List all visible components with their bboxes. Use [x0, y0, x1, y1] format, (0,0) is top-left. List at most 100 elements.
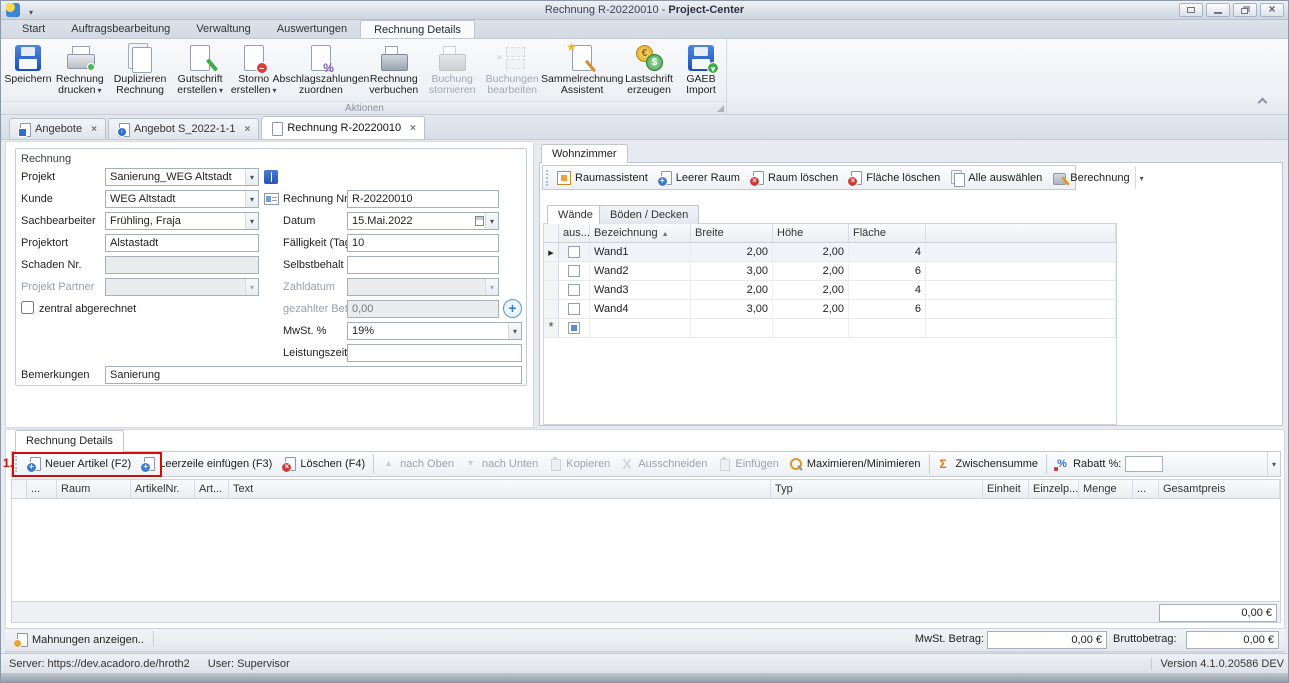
doc-tab-rechnung-r-20220010[interactable]: Rechnung R-20220010	[261, 116, 425, 139]
leerzeile-einfuegen-button[interactable]: Leerzeile einfügen (F3)	[136, 455, 277, 473]
toolbar-grip[interactable]	[546, 170, 548, 186]
sachbearbeiter-combobox[interactable]	[105, 212, 259, 230]
bemerkungen-input[interactable]	[105, 366, 522, 384]
faelligkeit-field[interactable]	[347, 234, 499, 252]
column-header-dots2[interactable]: ...	[1133, 480, 1159, 498]
tab-boeden-decken[interactable]: Böden / Decken	[599, 205, 699, 224]
customer-card-icon[interactable]	[264, 193, 279, 205]
berechnung-button[interactable]: Berechnung	[1047, 169, 1134, 187]
rechnungnr-input[interactable]	[347, 190, 499, 208]
doc-tab-angebot-s-2022-1-1[interactable]: Angebot S_2022-1-1	[108, 118, 259, 139]
rechnungnr-field[interactable]	[347, 190, 499, 208]
ribbon-tab-verwaltung[interactable]: Verwaltung	[183, 20, 263, 38]
maximieren-minimieren-button[interactable]: Maximieren/Minimieren	[784, 455, 926, 473]
selbstbehalt-field[interactable]	[347, 256, 499, 274]
close-tab-icon[interactable]	[91, 123, 97, 135]
row-checkbox[interactable]	[568, 265, 580, 277]
projektort-field[interactable]	[105, 234, 259, 252]
column-header-artikelnr[interactable]: ArtikelNr.	[131, 480, 195, 498]
leerer-raum-button[interactable]: Leerer Raum	[653, 169, 745, 187]
details-grid-body[interactable]	[12, 499, 1280, 602]
leistungszeitraum-field[interactable]	[347, 344, 522, 362]
column-header-menge[interactable]: Menge	[1079, 480, 1133, 498]
column-header-aus[interactable]: aus...	[559, 224, 590, 242]
alle-auswaehlen-button[interactable]: Alle auswählen	[945, 169, 1047, 187]
zwischensumme-button[interactable]: Zwischensumme	[933, 455, 1044, 473]
gutschrift-erstellen-button[interactable]: Gutschrift erstellen	[171, 41, 228, 97]
gaeb-import-button[interactable]: GAEB Import	[678, 41, 724, 97]
table-row[interactable]: Wand4 3,00 2,00 6	[544, 300, 1116, 319]
tab-wohnzimmer[interactable]: Wohnzimmer	[541, 144, 628, 163]
ribbon-tab-auswertungen[interactable]: Auswertungen	[264, 20, 360, 38]
toolbar-overflow-button[interactable]	[1267, 452, 1280, 476]
rechnung-drucken-button[interactable]: Rechnung drucken	[51, 41, 109, 97]
duplizieren-rechnung-button[interactable]: Duplizieren Rechnung	[109, 41, 172, 97]
column-header-gesamtpreis[interactable]: Gesamtpreis	[1159, 480, 1280, 498]
loeschen-button[interactable]: Löschen (F4)	[277, 455, 370, 473]
kunde-input[interactable]	[105, 190, 259, 208]
projekt-input[interactable]	[105, 168, 259, 186]
toolbar-overflow-button[interactable]	[1135, 166, 1148, 189]
ribbon-tab-rechnung-details[interactable]: Rechnung Details	[360, 20, 475, 38]
abschlagszahlungen-zuordnen-button[interactable]: Abschlagszahlungen zuordnen	[279, 41, 364, 97]
ribbon-tab-start[interactable]: Start	[9, 20, 58, 38]
column-header-einzelpreis[interactable]: Einzelp...	[1029, 480, 1079, 498]
table-row[interactable]: Wand2 3,00 2,00 6	[544, 262, 1116, 281]
close-button[interactable]	[1260, 3, 1284, 17]
lastschrift-erzeugen-button[interactable]: Lastschrift erzeugen	[620, 41, 678, 97]
quick-access-dropdown-icon[interactable]	[29, 6, 33, 18]
projekt-combobox[interactable]	[105, 168, 259, 186]
datum-datepicker[interactable]	[347, 212, 499, 230]
raumassistent-button[interactable]: Raumassistent	[552, 169, 653, 187]
column-header-einheit[interactable]: Einheit	[983, 480, 1029, 498]
mwst-combobox[interactable]	[347, 322, 522, 340]
flaeche-loeschen-button[interactable]: Fläche löschen	[843, 169, 945, 187]
ribbon-tab-auftragsbearbeitung[interactable]: Auftragsbearbeitung	[58, 20, 183, 38]
add-payment-button[interactable]	[503, 299, 522, 318]
tab-waende[interactable]: Wände	[547, 205, 604, 224]
storno-erstellen-button[interactable]: Storno erstellen	[229, 41, 279, 97]
column-header-hoehe[interactable]: Höhe	[773, 224, 849, 242]
sachbearbeiter-input[interactable]	[105, 212, 259, 230]
table-row[interactable]: Wand3 2,00 2,00 4	[544, 281, 1116, 300]
neuer-artikel-button[interactable]: Neuer Artikel (F2)	[22, 455, 136, 473]
table-row[interactable]: Wand1 2,00 2,00 4	[544, 243, 1116, 262]
column-header-flaeche[interactable]: Fläche	[849, 224, 926, 242]
zentral-abgerechnet-checkbox[interactable]	[21, 301, 34, 314]
chevron-down-icon[interactable]	[245, 191, 258, 207]
column-header-raum[interactable]: Raum	[57, 480, 131, 498]
speichern-button[interactable]: Speichern	[5, 41, 51, 86]
bemerkungen-field[interactable]	[105, 366, 522, 384]
leistungszeitraum-input[interactable]	[347, 344, 522, 362]
column-header-art[interactable]: Art...	[195, 480, 229, 498]
row-checkbox[interactable]	[568, 303, 580, 315]
new-row[interactable]	[544, 319, 1116, 338]
projektort-input[interactable]	[105, 234, 259, 252]
column-header-bezeichnung[interactable]: Bezeichnung	[590, 224, 691, 242]
doc-tab-angebote[interactable]: Angebote	[9, 118, 106, 139]
column-header-text[interactable]: Text	[229, 480, 771, 498]
row-checkbox[interactable]	[568, 284, 580, 296]
collapse-ribbon-icon[interactable]	[1258, 98, 1268, 108]
sammelrechnung-assistent-button[interactable]: Sammelrechnung Assistent	[544, 41, 620, 97]
dialog-launcher-icon[interactable]	[717, 105, 724, 112]
mwst-input[interactable]	[347, 322, 522, 340]
close-tab-icon[interactable]	[410, 122, 416, 134]
minimize-button[interactable]	[1206, 3, 1230, 17]
fullscreen-button[interactable]	[1179, 3, 1203, 17]
toolbar-grip[interactable]	[15, 456, 18, 472]
raum-loeschen-button[interactable]: Raum löschen	[745, 169, 843, 187]
close-tab-icon[interactable]	[244, 123, 250, 135]
chevron-down-icon[interactable]	[245, 213, 258, 229]
tab-rechnung-details[interactable]: Rechnung Details	[15, 430, 124, 452]
chevron-down-icon[interactable]	[485, 213, 498, 229]
faelligkeit-input[interactable]	[347, 234, 499, 252]
kunde-combobox[interactable]	[105, 190, 259, 208]
row-checkbox[interactable]	[568, 246, 580, 258]
column-header-typ[interactable]: Typ	[771, 480, 983, 498]
selbstbehalt-input[interactable]	[347, 256, 499, 274]
chevron-down-icon[interactable]	[245, 169, 258, 185]
chevron-down-icon[interactable]	[508, 323, 521, 339]
project-book-icon[interactable]	[264, 170, 278, 184]
rabatt-input[interactable]	[1125, 456, 1163, 472]
